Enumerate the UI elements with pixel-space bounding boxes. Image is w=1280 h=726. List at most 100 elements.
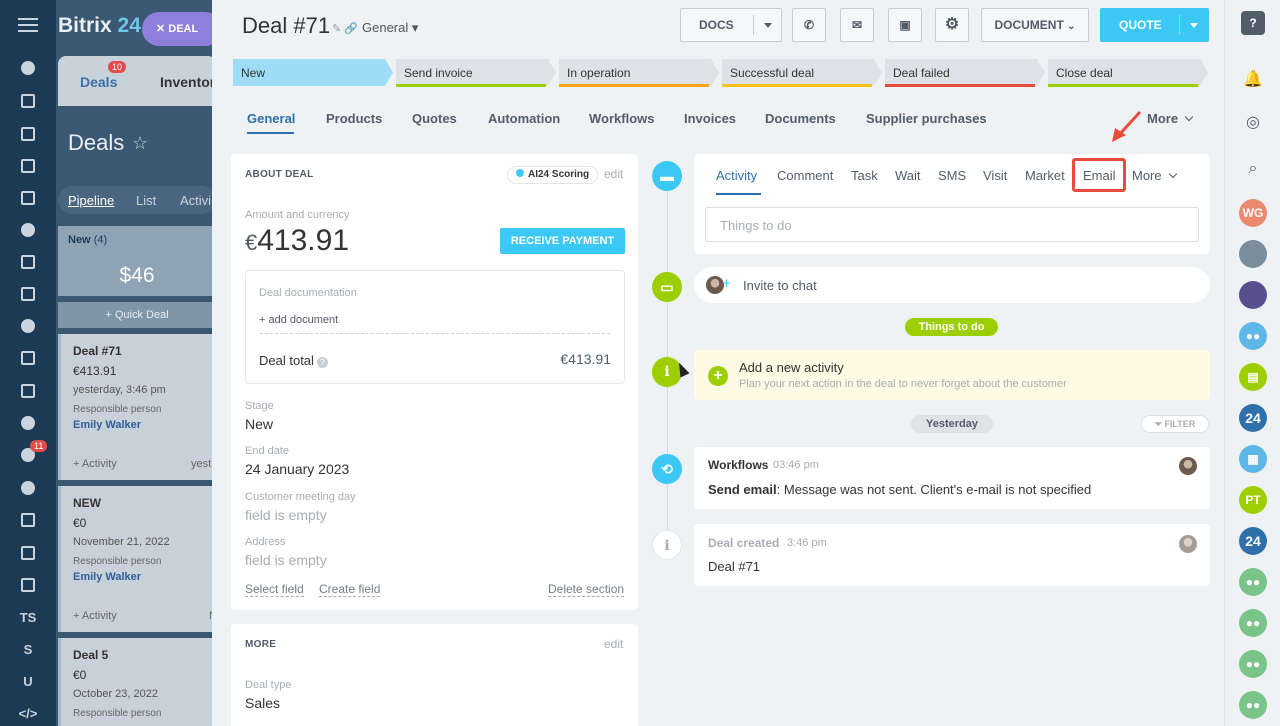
create-field-link[interactable]: Create field <box>319 582 381 597</box>
bg-view-activity[interactable]: Activi <box>180 193 211 208</box>
group-icon[interactable]: ●● <box>1239 609 1267 637</box>
group-chat-icon[interactable]: ●● <box>1239 322 1267 350</box>
stage-send-invoice[interactable]: Send invoice <box>396 59 556 86</box>
filter-button[interactable]: ⏷ FILTER <box>1141 415 1209 433</box>
stage-new[interactable]: New <box>233 59 393 86</box>
group-icon[interactable]: ●● <box>1239 568 1267 596</box>
box-icon[interactable] <box>18 543 38 563</box>
quote-button[interactable]: QUOTE <box>1100 8 1209 42</box>
edit-title-icon[interactable]: ✎ 🔗 <box>332 22 358 35</box>
activity-tab-sms[interactable]: SMS <box>938 168 966 183</box>
contact-card-icon[interactable] <box>18 510 38 530</box>
activity-tab-wait[interactable]: Wait <box>895 168 921 183</box>
nav-s[interactable]: S <box>0 642 56 657</box>
activity-tab-activity[interactable]: Activity <box>716 168 757 183</box>
email-button[interactable]: ✉ <box>840 8 874 42</box>
target-icon[interactable] <box>18 478 38 498</box>
yesterday-pill: Yesterday <box>911 415 993 433</box>
help-icon[interactable]: ? <box>1241 11 1265 35</box>
mail-icon[interactable] <box>18 348 38 368</box>
tab-supplier-purchases[interactable]: Supplier purchases <box>866 111 987 126</box>
tasks-icon[interactable] <box>18 91 38 111</box>
avatar-pt[interactable]: PT <box>1239 486 1267 514</box>
stage-deal-failed[interactable]: Deal failed <box>885 59 1045 86</box>
tab-more[interactable]: More <box>1147 111 1194 126</box>
bg-card[interactable]: Deal #71 €413.91 yesterday, 3:46 pm Resp… <box>58 334 216 480</box>
deal-category[interactable]: General ▾ <box>362 20 418 36</box>
robot-icon[interactable] <box>18 252 38 272</box>
tab-products[interactable]: Products <box>326 111 382 126</box>
avatar[interactable] <box>1239 240 1267 268</box>
settings-gear-icon[interactable]: ⚙ <box>935 8 969 42</box>
nav-code[interactable]: </> <box>0 706 56 721</box>
add-activity-card[interactable]: + Add a new activity Plan your next acti… <box>694 350 1210 400</box>
star-icon[interactable]: ☆ <box>132 134 150 152</box>
tab-quotes[interactable]: Quotes <box>412 111 457 126</box>
bg-view-list[interactable]: List <box>136 193 156 208</box>
ai-scoring-chip[interactable]: AI24 Scoring <box>507 166 599 184</box>
stage-successful-deal[interactable]: Successful deal <box>722 59 882 86</box>
end-date-label: End date <box>245 445 290 457</box>
more-card: MORE edit Deal type Sales <box>231 624 638 726</box>
add-document-link[interactable]: + add document <box>259 314 338 326</box>
stage-close-deal[interactable]: Close deal <box>1048 59 1208 86</box>
meeting-day-label: Customer meeting day <box>245 491 356 503</box>
document-button[interactable]: DOCUMENT ⌄ <box>981 8 1089 42</box>
bell-icon[interactable]: 🔔 <box>1239 66 1267 94</box>
bitrix24-icon[interactable]: 24 <box>1239 527 1267 555</box>
sign-icon[interactable] <box>18 220 38 240</box>
search-icon[interactable]: ⌕ <box>1239 155 1267 183</box>
tab-documents[interactable]: Documents <box>765 111 836 126</box>
tab-invoices[interactable]: Invoices <box>684 111 736 126</box>
team-icon[interactable] <box>18 316 38 336</box>
phone-button[interactable]: ✆ <box>792 8 826 42</box>
bg-quick-deal[interactable]: + Quick Deal <box>58 302 216 328</box>
bitrix24-icon[interactable]: 24 <box>1239 404 1267 432</box>
things-to-do-input[interactable]: Things to do <box>705 207 1199 242</box>
about-edit-link[interactable]: edit <box>604 167 623 181</box>
invite-to-chat-row[interactable]: + Invite to chat <box>694 267 1210 303</box>
more-edit-link[interactable]: edit <box>604 637 623 651</box>
bg-card[interactable]: Deal 5 €0 October 23, 2022 Responsible p… <box>58 638 216 726</box>
docs-button[interactable]: DOCS <box>680 8 782 42</box>
activity-tab-task[interactable]: Task <box>851 168 878 183</box>
calendar-icon[interactable] <box>18 156 38 176</box>
chat-button[interactable]: ▣ <box>888 8 922 42</box>
feed-icon[interactable] <box>18 58 38 78</box>
avatar-wg[interactable]: WG <box>1239 199 1267 227</box>
activity-tab-comment[interactable]: Comment <box>777 168 833 183</box>
delete-section-link[interactable]: Delete section <box>548 582 625 597</box>
chat-search-icon[interactable]: ◎ <box>1239 109 1267 137</box>
activity-tab-visit[interactable]: Visit <box>983 168 1007 183</box>
documents-icon[interactable] <box>18 188 38 208</box>
nav-u[interactable]: U <box>0 674 56 689</box>
add-icon[interactable]: + <box>708 366 728 386</box>
activity-tab-market[interactable]: Market <box>1025 168 1065 183</box>
bg-tab-deals[interactable]: Deals <box>80 74 117 90</box>
nav-ts[interactable]: TS <box>0 610 56 625</box>
checklist-icon[interactable] <box>18 381 38 401</box>
group-icon[interactable]: ●● <box>1239 691 1267 719</box>
receive-payment-button[interactable]: RECEIVE PAYMENT <box>500 228 625 254</box>
tab-underline <box>247 132 294 134</box>
group-icon[interactable]: ●● <box>1239 650 1267 678</box>
chat-icon[interactable] <box>18 124 38 144</box>
bg-card[interactable]: NEW €0 November 21, 2022 Responsible per… <box>58 486 216 632</box>
deal-chip[interactable]: ✕ DEAL <box>142 12 216 46</box>
chevron-down-icon <box>1190 23 1198 28</box>
bg-view-pipeline[interactable]: Pipeline <box>68 193 114 208</box>
stage-in-operation[interactable]: In operation <box>559 59 719 86</box>
tab-automation[interactable]: Automation <box>488 111 560 126</box>
cart-icon[interactable] <box>18 413 38 433</box>
bg-tab-inventory[interactable]: Inventor <box>160 74 215 90</box>
calendar-icon[interactable]: ▦ <box>1239 445 1267 473</box>
tab-general[interactable]: General <box>247 111 295 126</box>
contact-card-icon[interactable]: ▤ <box>1239 363 1267 391</box>
select-field-link[interactable]: Select field <box>245 582 304 597</box>
box-2-icon[interactable] <box>18 575 38 595</box>
avatar[interactable] <box>1239 281 1267 309</box>
drive-icon[interactable] <box>18 284 38 304</box>
menu-burger-icon[interactable] <box>18 18 38 32</box>
activity-tab-more[interactable]: More <box>1132 168 1177 183</box>
tab-workflows[interactable]: Workflows <box>589 111 655 126</box>
